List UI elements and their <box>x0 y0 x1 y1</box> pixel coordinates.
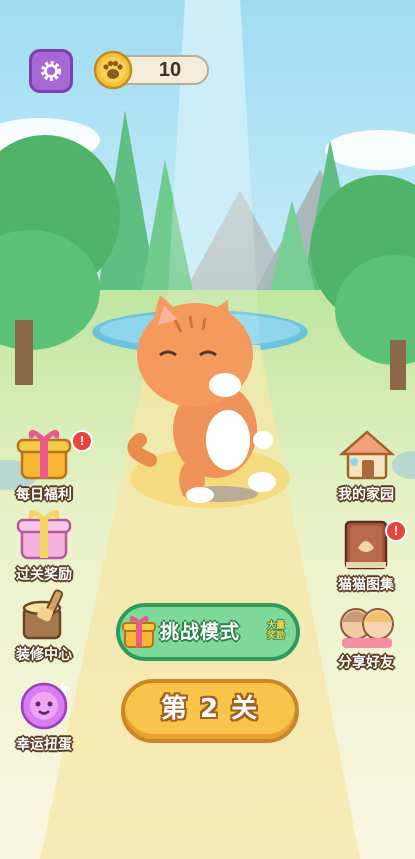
house-icon <box>338 430 396 480</box>
paw-coin-icon <box>93 50 133 90</box>
gift-icon <box>122 616 156 648</box>
my-home-label: 我的家园 <box>338 487 394 503</box>
daily-welfare-label: 每日福利 <box>16 487 72 503</box>
level-reward-label: 过关奖励 <box>16 567 72 583</box>
level-label: 第 2 关 <box>160 694 260 724</box>
gift-box-icon <box>16 430 72 480</box>
challenge-tag-line1: 大量 <box>266 621 285 631</box>
my-home-button[interactable]: 我的家园 <box>325 426 407 504</box>
paint-bucket-icon <box>22 589 64 640</box>
settings-button[interactable] <box>29 49 73 93</box>
challenge-tag-line2: 奖励 <box>266 631 285 641</box>
gear-icon <box>41 61 61 81</box>
share-friends-button[interactable]: 分享好友 <box>325 594 407 672</box>
share-friends-label: 分享好友 <box>338 655 394 671</box>
lucky-gacha-button[interactable]: 幸运扭蛋 <box>3 676 85 754</box>
challenge-reward-tag: 大量 奖励 <box>262 621 290 641</box>
friends-icon <box>340 608 394 648</box>
decoration-center-button[interactable]: 装修中心 <box>3 586 85 664</box>
daily-welfare-button[interactable]: ! 每日福利 <box>3 426 93 504</box>
notification-badge: ! <box>71 430 93 452</box>
notification-badge: ! <box>385 520 407 542</box>
lucky-gacha-label: 幸运扭蛋 <box>16 737 72 753</box>
level-reward-button[interactable]: 过关奖励 <box>3 506 85 584</box>
coin-value: 10 <box>158 59 182 81</box>
gacha-ball-icon <box>20 681 70 730</box>
decoration-center-label: 装修中心 <box>16 647 72 663</box>
challenge-mode-label: 挑战模式 <box>160 621 241 643</box>
cat-album-label: 猫猫图集 <box>338 577 394 593</box>
gift-box-icon <box>16 510 72 560</box>
cat-album-button[interactable]: ! 猫猫图集 <box>325 516 407 594</box>
